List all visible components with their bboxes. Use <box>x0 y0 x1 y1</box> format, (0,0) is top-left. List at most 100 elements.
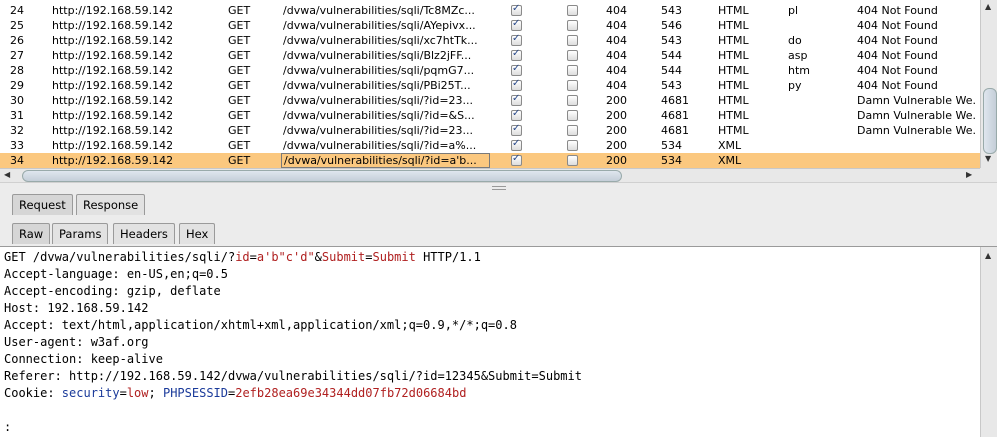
cell-status: 200 <box>606 109 627 122</box>
cell-url: /dvwa/vulnerabilities/sqli/?id=23... <box>283 124 474 137</box>
params-checkbox[interactable] <box>511 93 522 106</box>
params-checkbox[interactable] <box>511 108 522 121</box>
cell-mime: XML <box>718 154 742 167</box>
scroll-up-icon[interactable]: ▲ <box>985 251 991 260</box>
cell-url: /dvwa/vulnerabilities/sqli/?id=23... <box>283 94 474 107</box>
cell-method: GET <box>228 124 251 137</box>
tab-headers[interactable]: Headers <box>113 223 175 244</box>
cell-url: /dvwa/vulnerabilities/sqli/Tc8MZc... <box>283 4 475 17</box>
edited-checkbox[interactable] <box>567 50 578 61</box>
cell-title: Damn Vulnerable We... <box>857 124 977 137</box>
header-line: Connection: keep-alive <box>4 352 163 366</box>
scroll-up-icon[interactable]: ▲ <box>985 2 991 11</box>
header-line: Referer: http://192.168.59.142/dvwa/vuln… <box>4 369 582 383</box>
edited-checkbox[interactable] <box>567 95 578 106</box>
table-row[interactable]: 32 http://192.168.59.142 GET/dvwa/vulnerab… <box>0 123 980 138</box>
cell-host: http://192.168.59.142 <box>52 64 174 77</box>
cookie-line: Cookie: security=low; PHPSESSID=2efb28ea… <box>4 386 467 400</box>
table-row[interactable]: 24 http://192.168.59.142 GET/dvwa/vulnerab… <box>0 3 980 18</box>
cell-host: http://192.168.59.142 <box>52 109 174 122</box>
edited-checkbox[interactable] <box>567 5 578 16</box>
edited-checkbox[interactable] <box>567 125 578 136</box>
cell-ext: do <box>788 34 802 47</box>
editor-vertical-scrollbar[interactable]: ▲ <box>980 247 997 437</box>
cell-host: http://192.168.59.142 <box>52 4 174 17</box>
cell-title: Damn Vulnerable We... <box>857 109 977 122</box>
edited-checkbox[interactable] <box>567 155 578 166</box>
table-row[interactable]: 27 http://192.168.59.142 GET/dvwa/vulnerab… <box>0 48 980 63</box>
cell-length: 4681 <box>661 94 689 107</box>
header-line: Accept: text/html,application/xhtml+xml,… <box>4 318 517 332</box>
scroll-thumb[interactable] <box>22 170 622 182</box>
tab-raw[interactable]: Raw <box>12 223 51 244</box>
cell-url: /dvwa/vulnerabilities/sqli/xc7htTk... <box>283 34 478 47</box>
cell-length: 543 <box>661 79 682 92</box>
header-line: User-agent: w3af.org <box>4 335 149 349</box>
cell-title: 404 Not Found <box>857 64 938 77</box>
cell-mime: HTML <box>718 94 749 107</box>
table-row[interactable]: 34 http://192.168.59.142 GET/dvwa/vulnerab… <box>0 153 980 168</box>
cell-url: /dvwa/vulnerabilities/sqli/PBi25T... <box>283 79 471 92</box>
edited-checkbox[interactable] <box>567 20 578 31</box>
scroll-thumb[interactable] <box>983 88 997 154</box>
cell-title: 404 Not Found <box>857 34 938 47</box>
request-line: GET /dvwa/vulnerabilities/sqli/?id=a'b"c… <box>4 250 481 264</box>
cell-mime: HTML <box>718 124 749 137</box>
cell-ext: asp <box>788 49 808 62</box>
edited-checkbox[interactable] <box>567 80 578 91</box>
cell-status: 404 <box>606 64 627 77</box>
cell-ext <box>788 138 838 153</box>
scroll-right-icon[interactable]: ▶ <box>966 170 972 179</box>
table-row[interactable]: 26 http://192.168.59.142 GET/dvwa/vulnerab… <box>0 33 980 48</box>
table-row[interactable]: 31 http://192.168.59.142 GET/dvwa/vulnerab… <box>0 108 980 123</box>
edited-checkbox[interactable] <box>567 110 578 121</box>
params-checkbox[interactable] <box>511 63 522 76</box>
header-line: Host: 192.168.59.142 <box>4 301 149 315</box>
cell-length: 543 <box>661 4 682 17</box>
cell-title: Damn Vulnerable We... <box>857 94 977 107</box>
cell-ext: py <box>788 79 802 92</box>
tab-hex[interactable]: Hex <box>179 223 216 244</box>
params-checkbox[interactable] <box>511 3 522 16</box>
table-row[interactable]: 33 http://192.168.59.142 GET/dvwa/vulnerab… <box>0 138 980 153</box>
params-checkbox[interactable] <box>511 18 522 31</box>
tab-params[interactable]: Params <box>52 223 109 244</box>
table-horizontal-scrollbar[interactable]: ◀ ▶ <box>0 168 980 183</box>
params-checkbox[interactable] <box>511 33 522 46</box>
edited-checkbox[interactable] <box>567 140 578 151</box>
cell-length: 534 <box>661 154 682 167</box>
cell-host: http://192.168.59.142 <box>52 34 174 47</box>
cell-status: 200 <box>606 139 627 152</box>
cell-length: 544 <box>661 49 682 62</box>
cell-ext: htm <box>788 64 810 77</box>
cell-method: GET <box>228 64 251 77</box>
tab-request[interactable]: Request <box>12 194 73 215</box>
params-checkbox[interactable] <box>511 123 522 136</box>
cell-length: 534 <box>661 139 682 152</box>
scroll-down-icon[interactable]: ▼ <box>985 154 991 163</box>
request-editor[interactable]: GET /dvwa/vulnerabilities/sqli/?id=a'b"c… <box>0 247 980 437</box>
params-checkbox[interactable] <box>511 48 522 61</box>
cell-mime: HTML <box>718 19 749 32</box>
params-checkbox[interactable] <box>511 153 522 166</box>
cell-title <box>857 138 977 153</box>
cell-url: /dvwa/vulnerabilities/sqli/pqmG7... <box>283 64 475 77</box>
edited-checkbox[interactable] <box>567 65 578 76</box>
scroll-left-icon[interactable]: ◀ <box>4 170 10 179</box>
table-row[interactable]: 29 http://192.168.59.142 GET/dvwa/vulnerab… <box>0 78 980 93</box>
cell-method: GET <box>228 79 251 92</box>
cell-id: 24 <box>10 4 24 17</box>
cell-mime: HTML <box>718 49 749 62</box>
cell-ext <box>788 153 838 168</box>
table-vertical-scrollbar[interactable]: ▲ ▼ <box>980 0 997 168</box>
cell-host: http://192.168.59.142 <box>52 79 174 92</box>
cell-id: 28 <box>10 64 24 77</box>
table-row[interactable]: 30 http://192.168.59.142 GET/dvwa/vulnerab… <box>0 93 980 108</box>
cell-mime: HTML <box>718 34 749 47</box>
params-checkbox[interactable] <box>511 78 522 91</box>
table-row[interactable]: 28 http://192.168.59.142 GET/dvwa/vulnerab… <box>0 63 980 78</box>
tab-response[interactable]: Response <box>76 194 146 215</box>
params-checkbox[interactable] <box>511 138 522 151</box>
edited-checkbox[interactable] <box>567 35 578 46</box>
table-row[interactable]: 25 http://192.168.59.142 GET/dvwa/vulnerab… <box>0 18 980 33</box>
